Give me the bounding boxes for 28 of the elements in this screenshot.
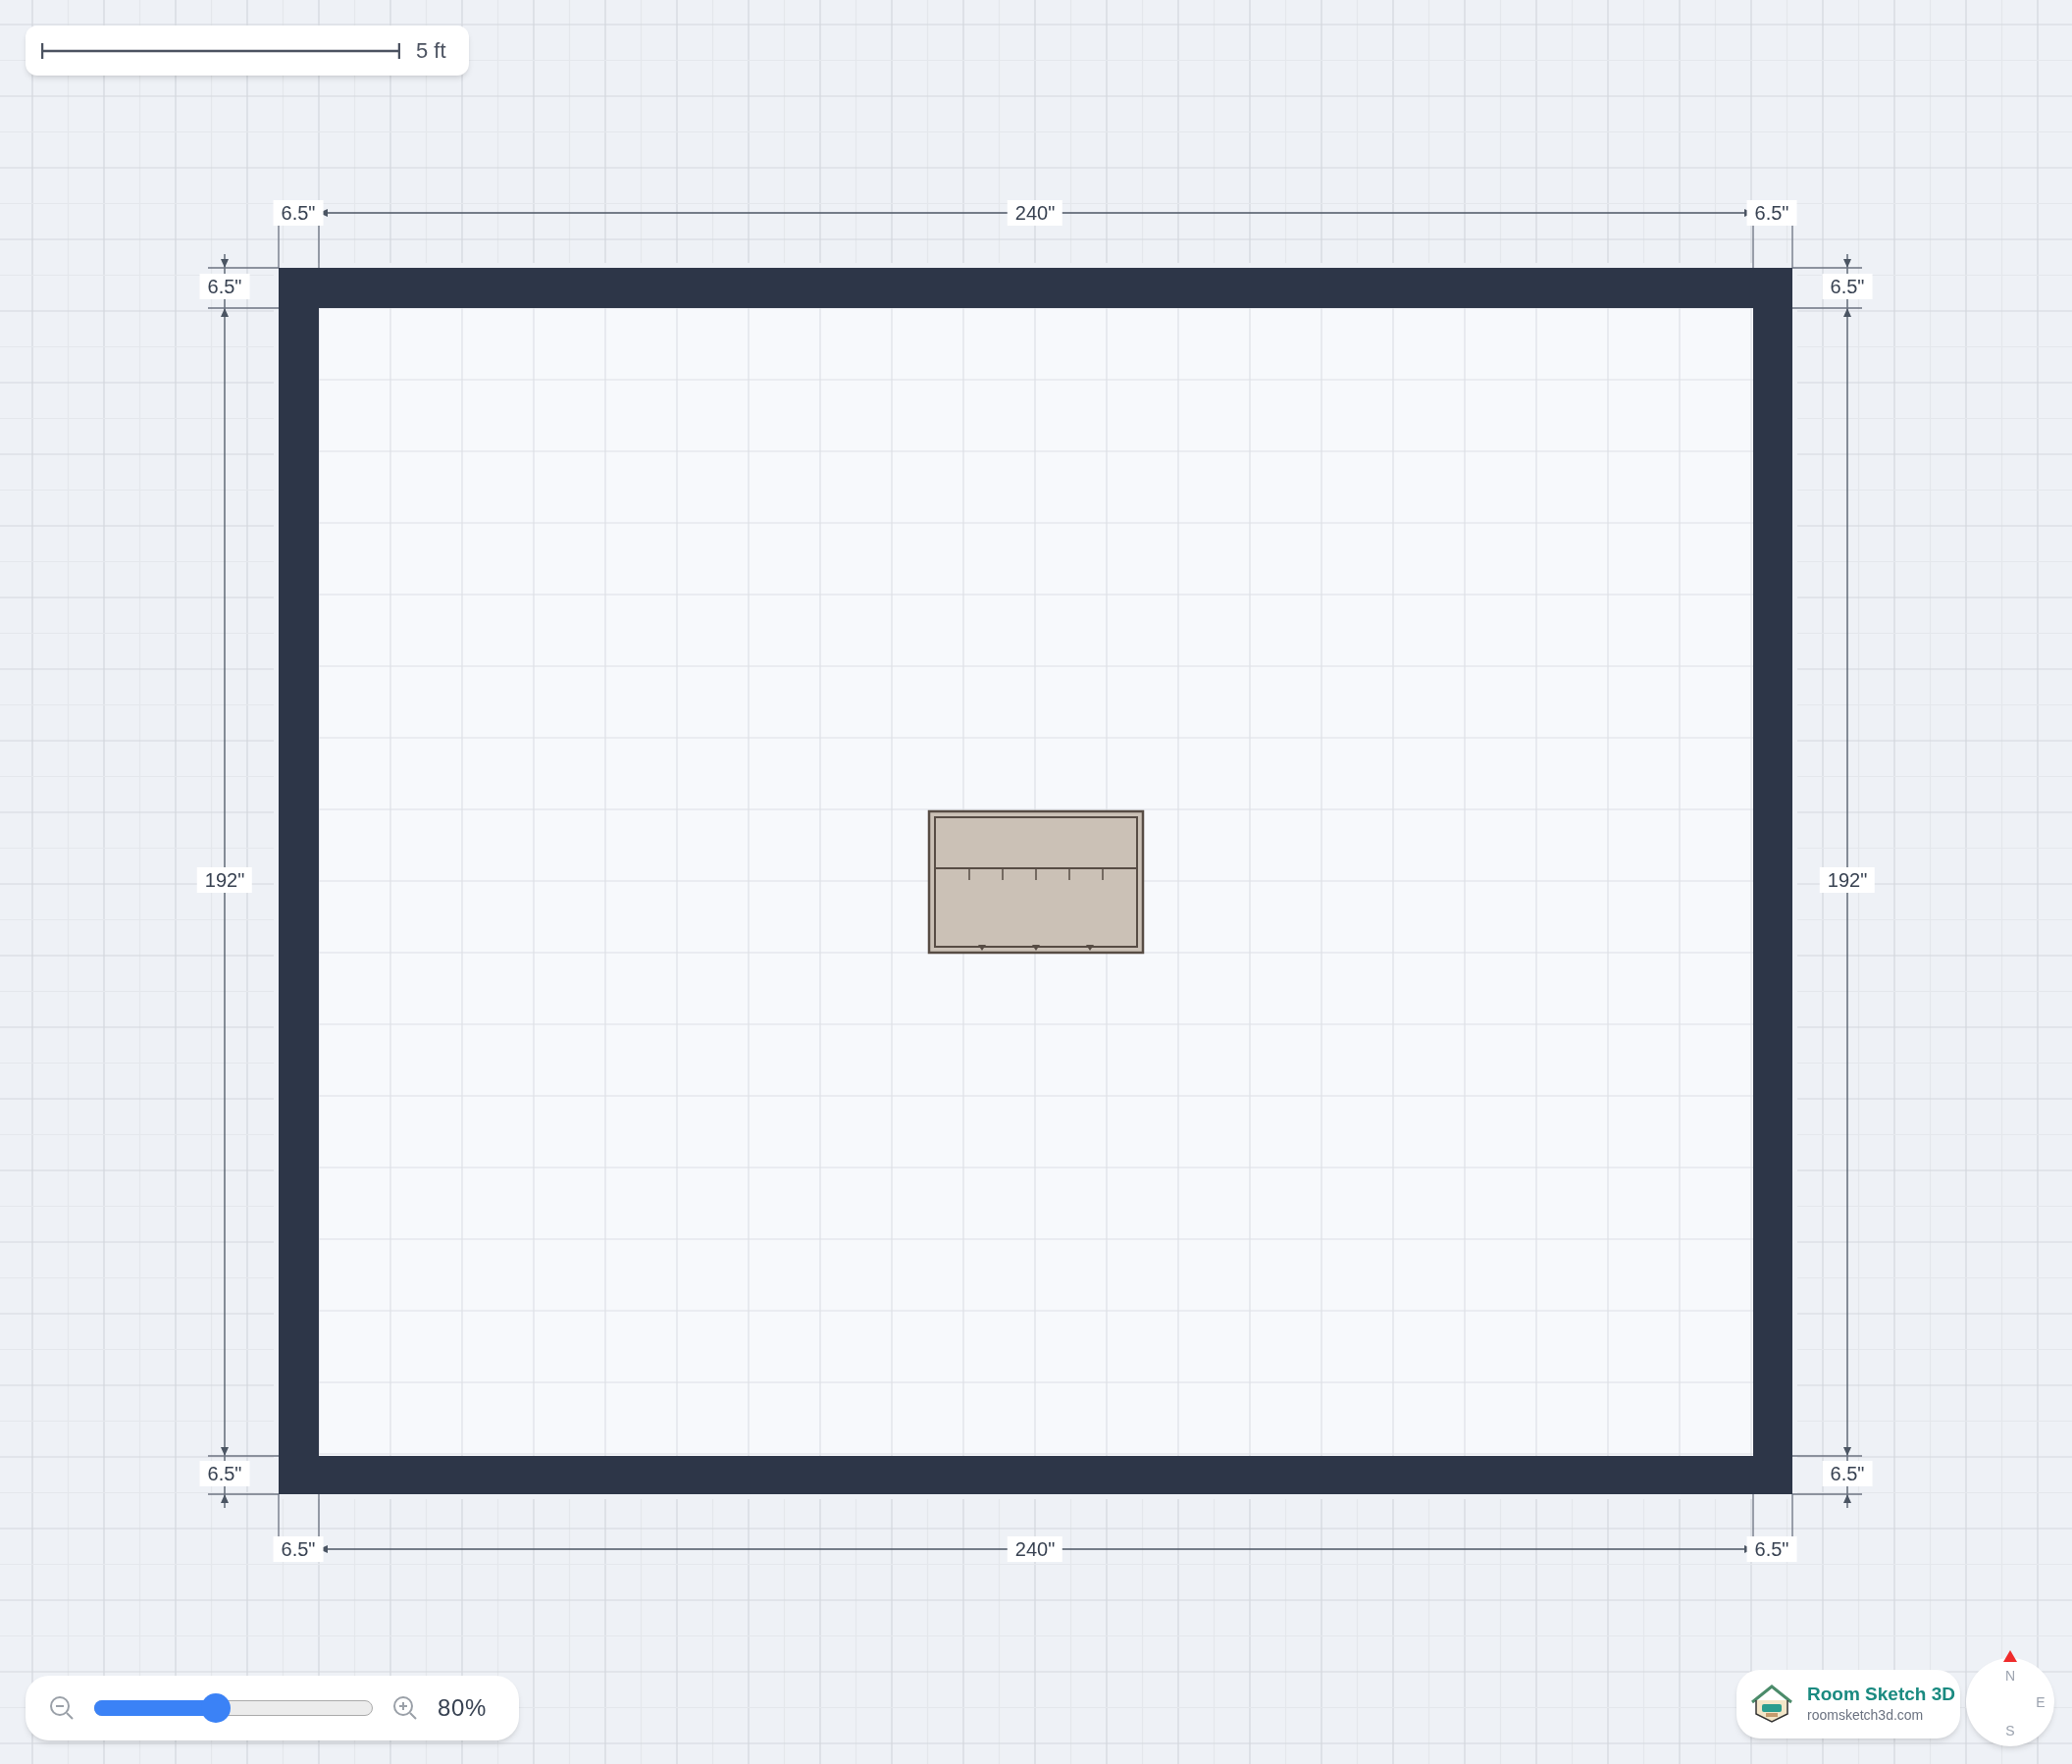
dimension-label: 6.5" — [273, 1536, 324, 1562]
dimension-label: 192" — [1819, 867, 1876, 893]
brand-card[interactable]: Room Sketch 3D roomsketch3d.com — [1736, 1670, 1960, 1738]
scale-bar-icon — [41, 42, 400, 59]
compass-direction-label: E — [2036, 1695, 2046, 1709]
dimension-label: 192" — [196, 867, 253, 893]
zoom-slider[interactable] — [94, 1693, 373, 1723]
dimension-label: 6.5" — [199, 274, 250, 299]
brand-url: roomsketch3d.com — [1807, 1706, 1925, 1726]
dimension-label: 6.5" — [1746, 200, 1797, 226]
dimension-label: 6.5" — [1746, 1536, 1797, 1562]
compass[interactable]: N E S — [1966, 1658, 2054, 1746]
zoom-out-icon[interactable] — [49, 1695, 75, 1721]
north-arrow-icon — [2003, 1650, 2017, 1662]
dimension-label: 6.5" — [273, 200, 324, 226]
dresser-drawing[interactable] — [927, 809, 1145, 955]
dimension-label: 240" — [1007, 200, 1063, 226]
dimension-label: 240" — [1007, 1536, 1063, 1562]
brand-title: Room Sketch 3D — [1807, 1682, 1955, 1706]
zoom-slider-thumb[interactable] — [201, 1693, 232, 1723]
compass-direction-label: S — [2005, 1724, 2015, 1738]
zoom-in-icon[interactable] — [392, 1695, 418, 1721]
dimension-label: 6.5" — [199, 1461, 250, 1486]
dimension-label: 6.5" — [1822, 274, 1873, 299]
compass-direction-label: N — [2004, 1669, 2016, 1683]
scale-label: 5 ft — [416, 37, 446, 65]
zoom-percentage: 80% — [438, 1693, 487, 1723]
dimension-label: 6.5" — [1822, 1461, 1873, 1486]
